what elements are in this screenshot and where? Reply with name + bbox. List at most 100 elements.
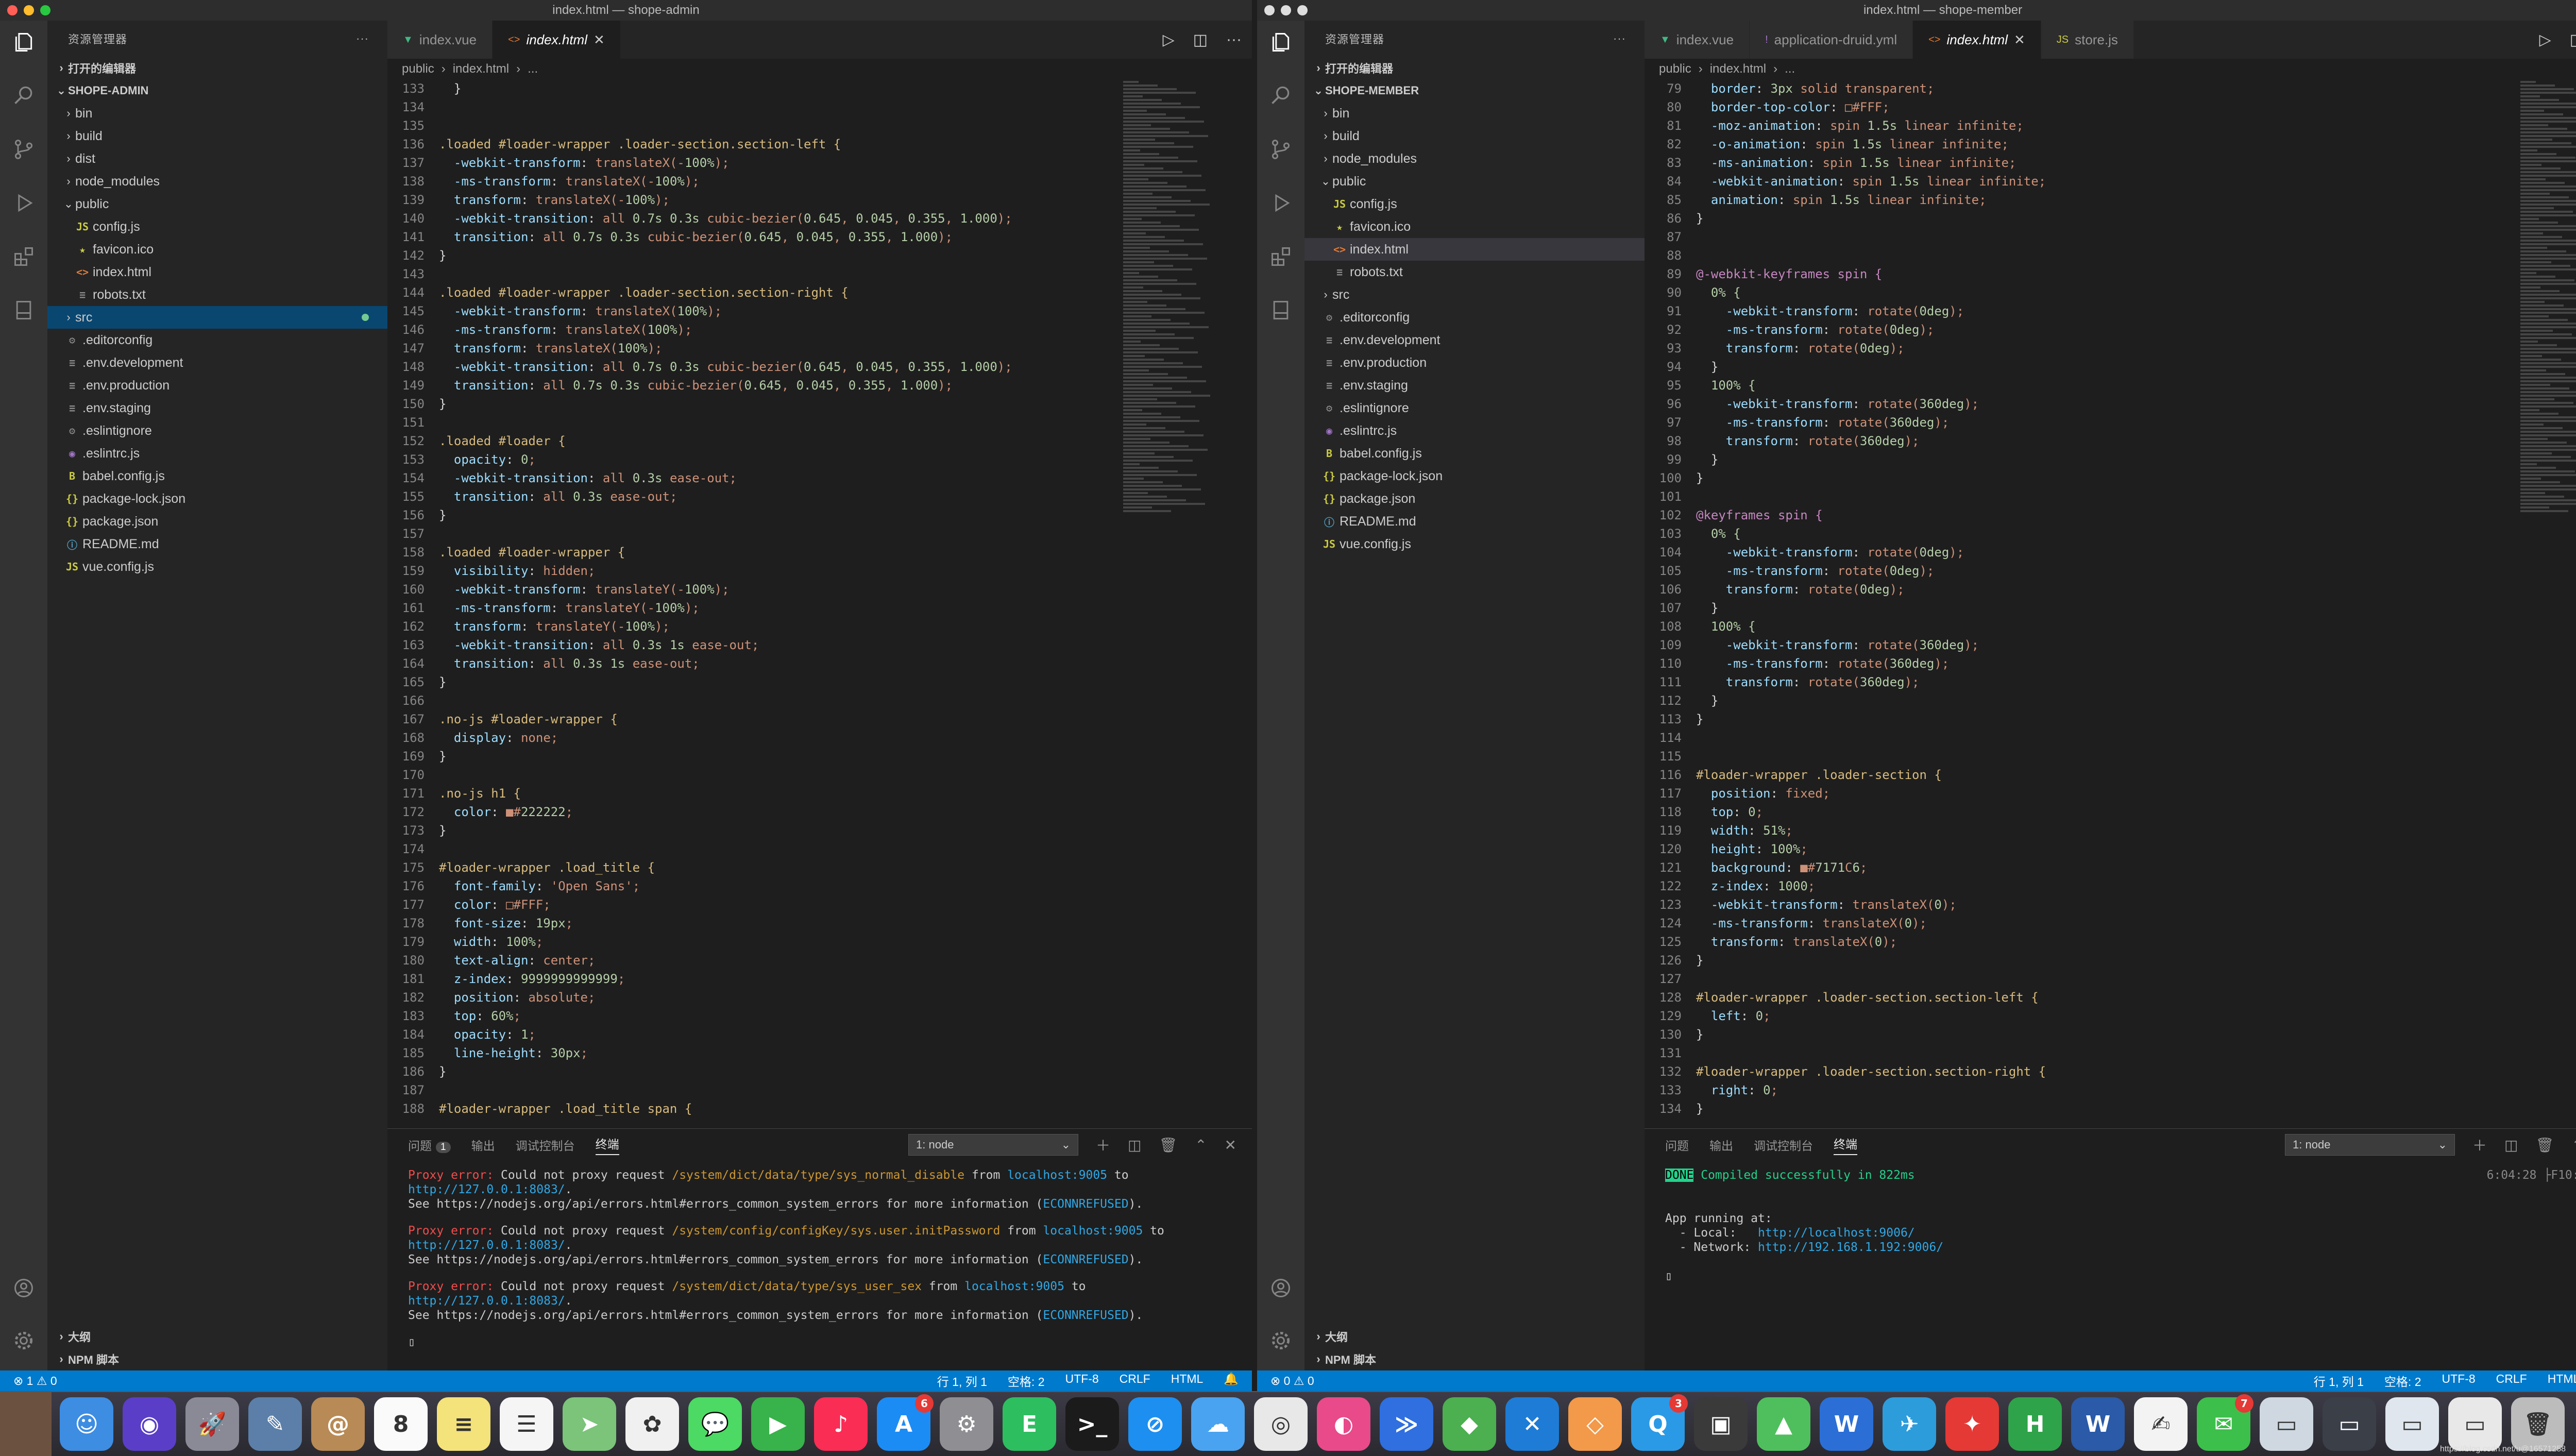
panel-tab[interactable]: 调试控制台	[516, 1136, 575, 1154]
zoom-window-button[interactable]	[40, 5, 50, 15]
tree-file[interactable]: ≡ .env.staging	[1304, 374, 1645, 397]
close-tab-icon[interactable]: ✕	[594, 32, 605, 48]
project-section[interactable]: ⌄ SHOPE-ADMIN	[47, 79, 387, 102]
outline-section[interactable]: › 大纲	[1304, 1325, 1645, 1348]
tree-folder[interactable]: › src	[1304, 283, 1645, 306]
tree-file[interactable]: ⓘ README.md	[1304, 510, 1645, 533]
split-editor-icon[interactable]: ◫	[1193, 31, 1208, 49]
npm-scripts-section[interactable]: › NPM 脚本	[47, 1348, 387, 1370]
panel-tab[interactable]: 问题 1	[408, 1136, 451, 1154]
tree-file[interactable]: {} package.json	[47, 510, 387, 533]
dock-notes-icon[interactable]: ≡	[437, 1397, 490, 1451]
dock-cloud-icon[interactable]: ☁	[1191, 1397, 1245, 1451]
dock-trash-icon[interactable]: 🗑	[2511, 1397, 2565, 1451]
tree-folder[interactable]: › bin	[1304, 102, 1645, 125]
tree-file[interactable]: ★ favicon.ico	[1304, 215, 1645, 238]
terminal-host[interactable]: localhost:9005	[964, 1280, 1064, 1293]
dock-sourcetree-green-icon[interactable]: ▲	[1757, 1397, 1810, 1451]
breadcrumb-item[interactable]: ...	[528, 62, 538, 76]
panel-tab[interactable]: 输出	[1709, 1136, 1733, 1154]
dock-screenshot1-icon[interactable]: ▭	[2260, 1397, 2313, 1451]
close-panel-icon[interactable]: ✕	[1225, 1137, 1236, 1154]
panel-tab[interactable]: 输出	[471, 1136, 495, 1154]
tree-file[interactable]: ⚙ .editorconfig	[1304, 306, 1645, 329]
tree-file[interactable]: ⚙ .eslintignore	[47, 419, 387, 442]
open-editors-section[interactable]: › 打开的编辑器	[1304, 57, 1645, 79]
split-terminal-icon[interactable]: ◫	[1128, 1137, 1141, 1154]
tree-file[interactable]: ◉ .eslintrc.js	[47, 442, 387, 465]
dock-siri-icon[interactable]: ◉	[123, 1397, 176, 1451]
problems-status[interactable]: ⊗ 1 ⚠ 0	[13, 1374, 57, 1388]
dock-messages-icon[interactable]: 💬	[688, 1397, 742, 1451]
trash-icon[interactable]: 🗑	[1159, 1137, 1178, 1154]
dock-music-icon[interactable]: ♪	[814, 1397, 868, 1451]
tree-file[interactable]: ≡ robots.txt	[47, 283, 387, 306]
status-item[interactable]: HTML	[1171, 1372, 1204, 1390]
dock-colorful-icon[interactable]: ◐	[1317, 1397, 1370, 1451]
dock-hbuilder-icon[interactable]: H	[2008, 1397, 2062, 1451]
dock-safari-icon[interactable]: ⊘	[1128, 1397, 1182, 1451]
local-url[interactable]: http://localhost:9006/	[1758, 1226, 1915, 1240]
dock-finder-window-icon[interactable]: ▣	[1694, 1397, 1748, 1451]
dock-contacts-icon[interactable]: @	[311, 1397, 365, 1451]
breadcrumb-item[interactable]: public	[1659, 62, 1691, 76]
tree-folder[interactable]: ⌄ public	[1304, 170, 1645, 193]
tree-folder[interactable]: › src	[47, 306, 387, 329]
tree-file[interactable]: <> index.html	[1304, 238, 1645, 261]
tree-folder[interactable]: › node_modules	[1304, 147, 1645, 170]
dock-remote-icon[interactable]: ≫	[1380, 1397, 1433, 1451]
panel-tab[interactable]: 问题	[1665, 1136, 1689, 1154]
extensions-icon[interactable]	[9, 242, 38, 271]
close-window-button[interactable]	[1264, 5, 1275, 15]
minimap[interactable]	[1123, 79, 1226, 862]
panel-tab[interactable]: 终端	[1834, 1135, 1857, 1155]
npm-scripts-section[interactable]: › NPM 脚本	[1304, 1348, 1645, 1370]
tree-file[interactable]: ⚙ .eslintignore	[1304, 397, 1645, 419]
dock-screenshot4-icon[interactable]: ▭	[2448, 1397, 2502, 1451]
minimize-window-button[interactable]	[1281, 5, 1291, 15]
minimap[interactable]	[2520, 79, 2576, 862]
dock-launchpad-icon[interactable]: 🚀	[185, 1397, 239, 1451]
status-item[interactable]: UTF-8	[1065, 1372, 1099, 1390]
run-icon[interactable]: ▷	[1163, 31, 1175, 49]
split-terminal-icon[interactable]: ◫	[2504, 1137, 2518, 1154]
extensions-icon[interactable]	[1266, 242, 1295, 271]
editor-tab[interactable]: <> index.html ✕	[1913, 21, 2041, 59]
problems-status[interactable]: ⊗ 0 ⚠ 0	[1270, 1374, 1314, 1388]
terminal-url[interactable]: http://127.0.0.1:8083/	[408, 1239, 565, 1252]
tree-file[interactable]: {} package-lock.json	[1304, 465, 1645, 487]
code-editor[interactable]: 133 } 134 135 136 .loaded #loader-wrapper .l…	[387, 79, 1012, 1118]
window-titlebar[interactable]: index.html — shope-member	[1257, 0, 2576, 21]
dock-word-icon[interactable]: W	[2071, 1397, 2125, 1451]
source-control-icon[interactable]	[1266, 135, 1295, 164]
tree-file[interactable]: ≡ .env.staging	[47, 397, 387, 419]
dock-evernote-icon[interactable]: E	[1003, 1397, 1056, 1451]
tree-file[interactable]: Bbabel.config.js	[1304, 442, 1645, 465]
new-terminal-icon[interactable]: ＋	[1096, 1135, 1110, 1155]
editor-tab[interactable]: <> index.html ✕	[493, 21, 621, 59]
split-editor-icon[interactable]: ◫	[2570, 31, 2576, 49]
dock-system-preferences-icon[interactable]: ⚙	[940, 1397, 993, 1451]
code-editor[interactable]: 79 border: 3px solid transparent; 80 bord…	[1645, 79, 2046, 1118]
dock-maps-icon[interactable]: ➤	[563, 1397, 616, 1451]
dock-textedit-icon[interactable]: ✍	[2134, 1397, 2188, 1451]
dock-reminders-icon[interactable]: ☰	[500, 1397, 553, 1451]
project-section[interactable]: ⌄ SHOPE-MEMBER	[1304, 79, 1645, 102]
zoom-window-button[interactable]	[1297, 5, 1308, 15]
account-icon[interactable]	[1266, 1274, 1295, 1302]
more-actions-icon[interactable]: ···	[1226, 31, 1242, 48]
dock-photos-icon[interactable]: ✿	[625, 1397, 679, 1451]
dock-vscode-icon[interactable]: ✕	[1505, 1397, 1559, 1451]
open-editors-section[interactable]: › 打开的编辑器	[47, 57, 387, 79]
dock-sourcetree-icon[interactable]: ◆	[1443, 1397, 1496, 1451]
run-debug-icon[interactable]	[9, 189, 38, 217]
status-item[interactable]: HTML	[2548, 1372, 2576, 1390]
explorer-icon[interactable]	[9, 28, 38, 57]
terminal-url[interactable]: http://127.0.0.1:8083/	[408, 1294, 565, 1308]
tree-file[interactable]: ≡ .env.development	[47, 351, 387, 374]
dock-terminal-icon[interactable]: >_	[1065, 1397, 1119, 1451]
tree-file[interactable]: {} package.json	[1304, 487, 1645, 510]
terminal-host[interactable]: localhost:9005	[1007, 1169, 1107, 1182]
tree-folder[interactable]: › build	[47, 125, 387, 147]
editor-tab[interactable]: ▼ index.vue	[1645, 21, 1750, 59]
